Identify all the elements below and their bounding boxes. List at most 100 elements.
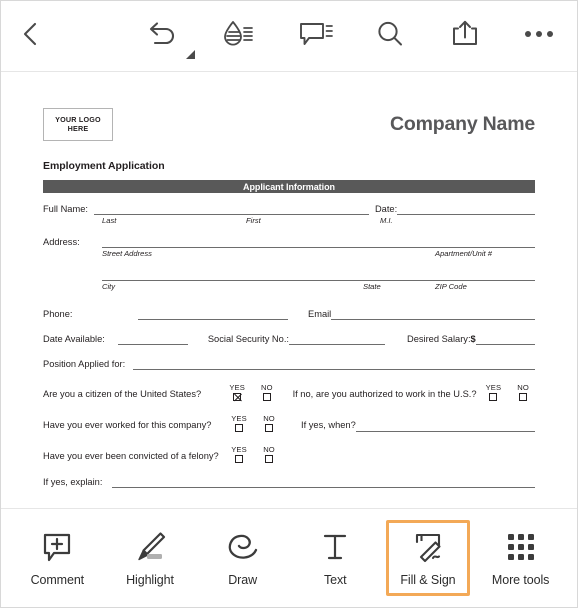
checkbox-yes[interactable]: [489, 393, 498, 401]
logo-line-2: HERE: [67, 124, 89, 133]
email-input[interactable]: [331, 309, 535, 320]
checkbox-no[interactable]: [265, 455, 273, 463]
question-row-citizenship: Are you a citizen of the United States? …: [43, 383, 535, 401]
document-title: Employment Application: [43, 160, 165, 172]
draw-loop-icon: [226, 530, 260, 564]
date-input[interactable]: [397, 204, 535, 215]
question-followup-text: If yes, when?: [301, 420, 356, 430]
street-address-row: Address:: [43, 237, 535, 248]
document-viewport[interactable]: YOUR LOGO HERE Company Name Employment A…: [1, 72, 577, 508]
phone-email-row: Phone: Email: [43, 309, 535, 320]
street-address-input[interactable]: [102, 237, 535, 248]
street-address-hints: Street Address Apartment/Unit #: [43, 249, 535, 259]
address-label: Address:: [43, 237, 80, 247]
checkbox-yes[interactable]: [235, 455, 243, 463]
desired-salary-label: Desired Salary:: [406, 334, 471, 344]
hint-zip: ZIP Code: [435, 282, 467, 291]
felony-yes[interactable]: YES: [227, 445, 251, 463]
undo-dropdown-caret-icon[interactable]: [186, 50, 195, 59]
explain-input[interactable]: [112, 477, 535, 488]
tool-label: Comment: [30, 572, 85, 587]
full-name-row: Full Name: Date:: [43, 204, 535, 215]
bottom-toolbar: Comment Highlight Draw Text Fill & Sign …: [1, 508, 577, 607]
explain-row: If yes, explain:: [43, 477, 535, 488]
question-text: Have you ever been convicted of a felony…: [43, 451, 219, 461]
logo-line-1: YOUR LOGO: [55, 114, 101, 124]
citizenship-no[interactable]: NO: [255, 383, 279, 401]
city-row: [43, 270, 535, 281]
hint-city: City: [102, 282, 116, 291]
fill-sign-icon: [411, 530, 445, 564]
yes-caption: YES: [229, 383, 245, 392]
tool-label: Highlight: [126, 572, 174, 587]
worked-before-when-input[interactable]: [355, 421, 535, 432]
question-text: Have you ever worked for this company?: [43, 420, 212, 430]
yes-caption: YES: [485, 383, 502, 392]
comment-plus-icon: [41, 530, 73, 564]
hint-street-address: Street Address: [102, 249, 152, 258]
ssn-input[interactable]: [288, 334, 385, 345]
back-button[interactable]: [5, 11, 57, 57]
yes-caption: YES: [231, 445, 247, 454]
question-text: Are you a citizen of the United States?: [43, 389, 202, 399]
checkbox-no[interactable]: [519, 393, 528, 401]
work-auth-no[interactable]: NO: [511, 383, 535, 401]
tool-draw[interactable]: Draw: [201, 520, 285, 596]
tool-label: Text: [324, 572, 347, 587]
hint-state: State: [363, 282, 381, 291]
logo-placeholder: YOUR LOGO HERE: [43, 107, 113, 141]
tool-label: Fill & Sign: [400, 572, 456, 587]
tool-comment[interactable]: Comment: [15, 520, 99, 596]
no-caption: NO: [517, 383, 529, 392]
checkbox-yes-checked[interactable]: [233, 393, 242, 401]
tool-label: Draw: [228, 572, 258, 587]
felony-no[interactable]: NO: [257, 445, 281, 463]
worked-before-no[interactable]: NO: [257, 414, 281, 432]
city-state-zip-input[interactable]: [102, 270, 535, 281]
position-row: Position Applied for:: [43, 359, 535, 370]
tool-highlight[interactable]: Highlight: [108, 520, 192, 596]
tool-label: More tools: [491, 572, 550, 587]
comment-button[interactable]: [290, 11, 342, 57]
date-available-label: Date Available:: [43, 334, 105, 344]
citizenship-yes[interactable]: YES: [225, 383, 249, 401]
undo-button[interactable]: [137, 11, 195, 59]
desired-salary-input[interactable]: [475, 334, 535, 345]
checkbox-no[interactable]: [262, 393, 271, 401]
phone-input[interactable]: [138, 309, 288, 320]
grid-dots-icon: [507, 530, 534, 564]
worked-before-yes[interactable]: YES: [227, 414, 251, 432]
position-label: Position Applied for:: [43, 359, 126, 369]
full-name-input[interactable]: [93, 204, 369, 215]
phone-label: Phone:: [43, 309, 73, 319]
availability-row: Date Available: Social Security No.: Des…: [43, 334, 535, 345]
checkbox-yes[interactable]: [235, 424, 243, 432]
date-label: Date:: [374, 204, 398, 214]
position-input[interactable]: [133, 359, 535, 370]
tool-more-tools[interactable]: More tools: [479, 520, 563, 596]
email-label: Email: [308, 309, 332, 319]
top-toolbar: [1, 1, 577, 72]
text-t-icon: [321, 530, 349, 564]
tool-fill-sign[interactable]: Fill & Sign: [385, 520, 470, 596]
hint-first: First: [246, 216, 261, 225]
question-followup-text: If no, are you authorized to work in the…: [292, 389, 477, 399]
ink-tool-button[interactable]: [212, 11, 264, 57]
pdf-page: YOUR LOGO HERE Company Name Employment A…: [1, 72, 577, 508]
highlighter-icon: [133, 530, 167, 564]
search-button[interactable]: [364, 11, 416, 57]
more-button[interactable]: [513, 11, 565, 57]
no-caption: NO: [263, 445, 275, 454]
checkbox-no[interactable]: [265, 424, 273, 432]
no-caption: NO: [263, 414, 275, 423]
full-name-label: Full Name:: [43, 204, 88, 214]
no-caption: NO: [261, 383, 273, 392]
date-available-input[interactable]: [117, 334, 188, 345]
city-hints: City State ZIP Code: [43, 282, 535, 292]
share-button[interactable]: [439, 11, 491, 57]
work-auth-yes[interactable]: YES: [482, 383, 506, 401]
tool-text[interactable]: Text: [293, 520, 377, 596]
section-header-applicant-information: Applicant Information: [43, 180, 535, 193]
if-yes-explain-label: If yes, explain:: [43, 477, 103, 487]
pdf-reader-window: YOUR LOGO HERE Company Name Employment A…: [0, 0, 578, 608]
